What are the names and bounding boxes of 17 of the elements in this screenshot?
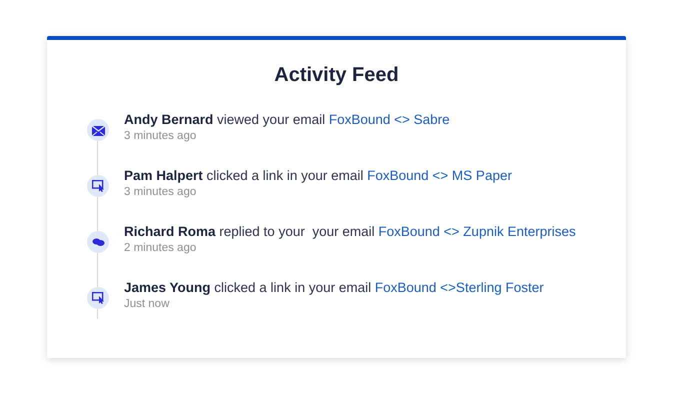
activity-text: Richard Roma replied to your your email FoxBound <> Zupnik Enterprises — [124, 223, 576, 241]
screen-click-icon — [92, 292, 104, 304]
chat-bubbles-icon — [92, 238, 104, 246]
activity-text: Andy Bernard viewed your email FoxBound <> Sabre — [124, 111, 450, 129]
email-link[interactable]: FoxBound <> Zupnik Enterprises — [378, 224, 576, 239]
email-link[interactable]: FoxBound <> MS Paper — [367, 168, 512, 183]
email-link[interactable]: FoxBound <>Sterling Foster — [374, 280, 544, 295]
activity-text: James Young clicked a link in your email FoxBound <>Sterling Foster — [124, 279, 544, 297]
activity-time: 2 minutes ago — [124, 242, 198, 254]
activity-time: 3 minutes ago — [124, 186, 198, 198]
activity-text: Pam Halpert clicked a link in your email FoxBound <> MS Paper — [124, 167, 512, 185]
screen-click-icon — [92, 180, 104, 192]
envelope-icon — [92, 124, 104, 136]
activity-time: Just now — [124, 298, 170, 310]
activity-time: 3 minutes ago — [124, 130, 198, 142]
email-link[interactable]: FoxBound <> Sabre — [328, 112, 450, 127]
card-title: Activity Feed — [273, 64, 400, 87]
